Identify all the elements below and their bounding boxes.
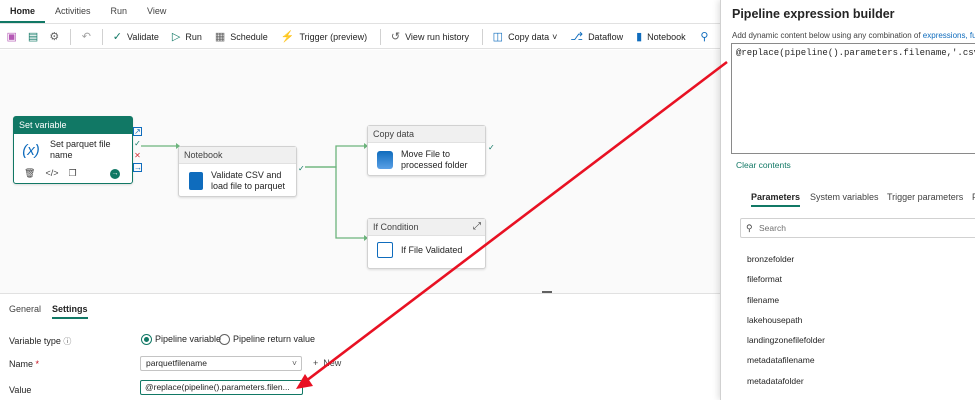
activity-label: If File Validated	[401, 244, 463, 255]
info-icon: ⓘ	[63, 337, 72, 346]
history-icon: ↺	[390, 31, 401, 43]
dataflow-icon: ⎇	[570, 31, 584, 43]
activity-copy-data[interactable]: Copy data Move File to processed folder	[367, 125, 486, 176]
copy-data-button[interactable]: ◫ Copy data ˅	[493, 27, 558, 47]
toolbar-divider	[70, 28, 71, 45]
list-item[interactable]: metadatafolder	[747, 376, 804, 386]
success-port-icon[interactable]: ✓	[488, 236, 495, 245]
tab-system-variables[interactable]: System variables	[810, 192, 879, 202]
tab-settings[interactable]: Settings	[52, 304, 88, 319]
schedule-button[interactable]: ▦ Schedule	[215, 27, 268, 47]
activity-header: Notebook	[179, 147, 296, 164]
copy-icon[interactable]: ❐	[68, 168, 76, 179]
search-icon: ⚲	[746, 223, 753, 233]
activity-header: Copy data	[368, 126, 485, 143]
list-item[interactable]: lakehousepath	[747, 315, 802, 325]
copy-data-icon	[377, 151, 393, 169]
expressions-link[interactable]: expressions, fu	[923, 31, 975, 40]
delete-icon[interactable]: 🗑	[24, 168, 35, 179]
code-icon[interactable]: </>	[45, 168, 58, 179]
success-port-icon[interactable]: ✓	[133, 139, 142, 148]
list-item[interactable]: landingzonefilefolder	[747, 335, 825, 345]
view-run-history-button[interactable]: ↺ View run history	[391, 27, 469, 47]
name-label: Name *	[9, 359, 40, 369]
name-select[interactable]: parquetfilename ˅	[140, 356, 302, 371]
value-label: Value	[9, 385, 32, 395]
notebook-button[interactable]: ▮ Notebook	[636, 27, 686, 47]
activity-header: Set variable	[14, 117, 132, 134]
tab-activities[interactable]: Activities	[45, 0, 101, 23]
save-as-icon[interactable]: ▤	[27, 29, 38, 45]
lightning-icon: ⚡	[280, 31, 295, 43]
radio-selected-icon	[141, 334, 152, 346]
properties-panel: General Settings Variable type ⓘ Pipelin…	[0, 293, 720, 400]
notebook-icon	[189, 172, 203, 190]
activity-label: Set parquet file name	[50, 139, 111, 160]
tab-run[interactable]: Run	[101, 0, 138, 23]
play-icon: ▷	[171, 31, 181, 43]
validate-button[interactable]: ✓ Validate	[113, 27, 159, 47]
list-item[interactable]: fileformat	[747, 274, 782, 284]
activity-label: Validate CSV and load file to parquet	[211, 170, 286, 191]
skip-port-icon[interactable]: ↗	[133, 127, 142, 136]
trigger-button[interactable]: ⚡ Trigger (preview)	[281, 27, 367, 47]
success-port-icon[interactable]: ✓	[488, 143, 495, 152]
activity-label: Move File to processed folder	[401, 149, 468, 170]
search-icon[interactable]: ⚲	[699, 29, 710, 45]
gear-icon[interactable]: ⚙	[49, 29, 60, 45]
chevron-down-icon: ˅	[552, 31, 558, 42]
tab-home[interactable]: Home	[0, 0, 46, 23]
success-port-icon[interactable]: ✓	[298, 164, 305, 173]
radio-pipeline-return[interactable]: Pipeline return value	[219, 334, 315, 346]
top-nav: Home Activities Run View	[0, 0, 720, 24]
toolbar-divider	[102, 28, 103, 45]
undo-icon[interactable]: ↶	[81, 29, 92, 45]
dataflow-button[interactable]: ⎇ Dataflow	[570, 27, 623, 47]
toolbar-divider	[481, 28, 483, 45]
tab-trigger-parameters[interactable]: Trigger parameters	[887, 192, 963, 202]
fail-port-icon[interactable]: ✕	[133, 151, 142, 160]
output-ports: ↗ ✓ ✕ →	[133, 127, 142, 172]
parameter-search-input[interactable]: ⚲ Search	[740, 218, 975, 238]
radio-unselected-icon	[219, 334, 230, 346]
expand-icon[interactable]: ⤢	[473, 221, 481, 232]
radio-pipeline-variable[interactable]: Pipeline variable	[141, 334, 221, 346]
completion-port-icon[interactable]: →	[133, 163, 142, 172]
arrow-right-circle-icon[interactable]: →	[110, 169, 120, 179]
if-condition-icon	[377, 242, 393, 258]
clear-contents-link[interactable]: Clear contents	[736, 160, 791, 170]
panel-subtitle: Add dynamic content below using any comb…	[732, 31, 975, 40]
run-button[interactable]: ▷ Run	[172, 27, 202, 47]
toolbar-divider	[380, 28, 381, 45]
variable-type-label: Variable type ⓘ	[9, 336, 72, 346]
check-icon: ✓	[112, 31, 122, 43]
panel-title: Pipeline expression builder	[732, 7, 895, 21]
tab-parameters[interactable]: Parameters	[751, 192, 801, 207]
tab-view[interactable]: View	[137, 0, 176, 23]
list-item[interactable]: bronzefolder	[747, 254, 794, 264]
activity-notebook[interactable]: Notebook Validate CSV and load file to p…	[178, 146, 297, 197]
chevron-down-icon: ˅	[292, 358, 297, 368]
activity-if-condition[interactable]: If Condition ⤢ If File Validated	[367, 218, 486, 269]
save-icon[interactable]: ▣	[6, 29, 17, 45]
notebook-icon: ▮	[636, 31, 643, 43]
activity-header: If Condition	[368, 219, 485, 236]
calendar-icon: ▦	[214, 31, 226, 43]
list-item[interactable]: filename	[747, 295, 779, 305]
list-item[interactable]: metadatafilename	[747, 355, 815, 365]
tab-general[interactable]: General	[9, 304, 41, 314]
expression-editor[interactable]: @replace(pipeline().parameters.filename,…	[731, 43, 975, 154]
pipeline-canvas[interactable]: Set variable (x) Set parquet file name 🗑…	[0, 50, 720, 293]
activity-set-variable[interactable]: Set variable (x) Set parquet file name 🗑…	[13, 116, 133, 184]
copy-data-icon: ◫	[492, 31, 504, 43]
new-button[interactable]: + New	[313, 358, 341, 368]
expression-builder-panel: Pipeline expression builder Add dynamic …	[720, 0, 975, 400]
value-input[interactable]: @replace(pipeline().parameters.filen...	[140, 380, 303, 395]
plus-icon: +	[313, 358, 319, 368]
variable-icon: (x)	[22, 141, 40, 159]
toolbar: ▣ ▤ ⚙ ↶ ✓ Validate ▷ Run ▦ Schedule ⚡ Trigge…	[0, 25, 720, 49]
